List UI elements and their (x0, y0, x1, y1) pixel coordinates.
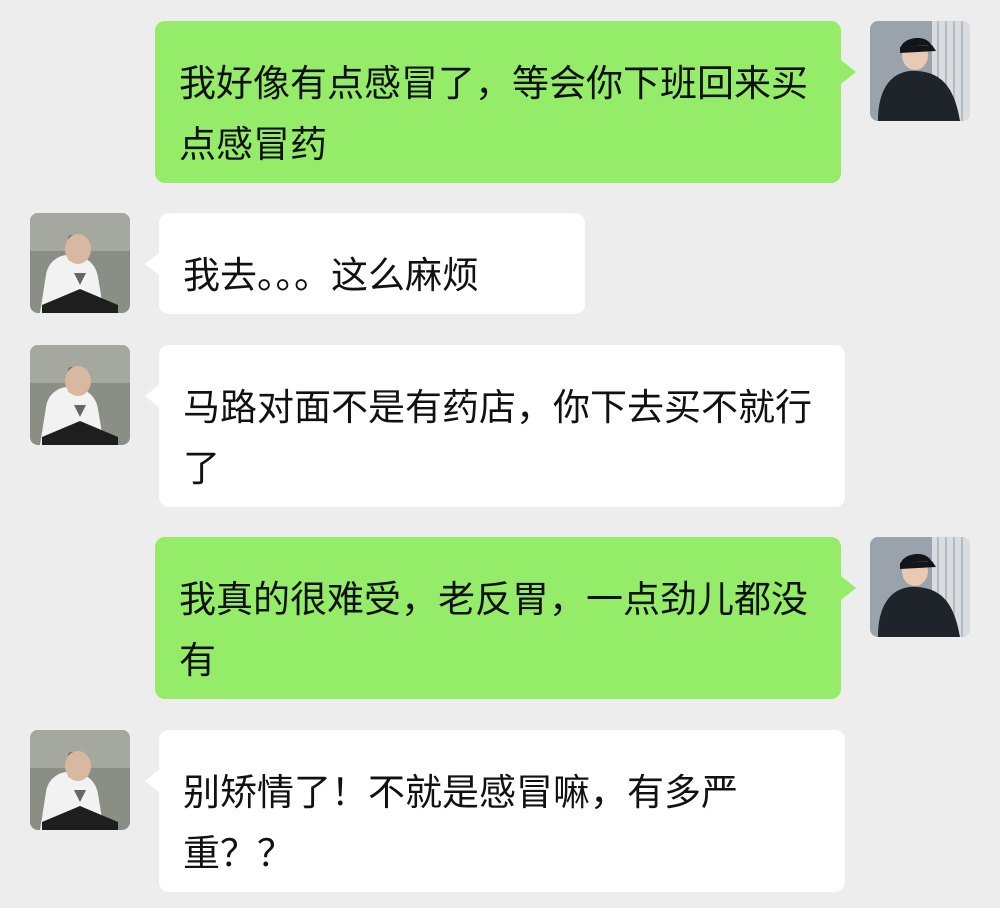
message-text: 我好像有点感冒了，等会你下班回来买点感冒药 (179, 62, 808, 166)
message-text: 我真的很难受，老反胃，一点劲儿都没有 (179, 578, 808, 682)
message-bubble[interactable]: 我好像有点感冒了，等会你下班回来买点感冒药 (155, 21, 841, 183)
bubble-tail (841, 60, 856, 84)
chat-history[interactable]: 我好像有点感冒了，等会你下班回来买点感冒药 我去。。。这么麻烦 马路对面不是有药… (0, 0, 1000, 908)
message-bubble[interactable]: 我去。。。这么麻烦 (159, 213, 585, 314)
message-bubble[interactable]: 马路对面不是有药店，你下去买不就行了 (159, 345, 845, 507)
contact-avatar-icon[interactable] (30, 345, 130, 445)
bubble-tail (145, 769, 160, 793)
message-bubble[interactable]: 别矫情了！不就是感冒嘛，有多严重？？ (159, 730, 845, 892)
chat-message-incoming: 我去。。。这么麻烦 (0, 200, 1000, 330)
message-text: 马路对面不是有药店，你下去买不就行了 (183, 386, 812, 490)
message-text: 我去。。。这么麻烦 (183, 254, 479, 297)
bubble-tail (145, 384, 160, 408)
chat-message-outgoing: 我真的很难受，老反胃，一点劲儿都没有 (0, 520, 1000, 710)
user-avatar-icon[interactable] (870, 537, 970, 637)
message-bubble[interactable]: 我真的很难受，老反胃，一点劲儿都没有 (155, 537, 841, 699)
bubble-tail (841, 576, 856, 600)
contact-avatar-icon[interactable] (30, 730, 130, 830)
chat-message-outgoing: 我好像有点感冒了，等会你下班回来买点感冒药 (0, 0, 1000, 200)
chat-message-incoming: 马路对面不是有药店，你下去买不就行了 (0, 330, 1000, 520)
chat-message-incoming: 别矫情了！不就是感冒嘛，有多严重？？ (0, 710, 1000, 908)
user-avatar-icon[interactable] (870, 21, 970, 121)
bubble-tail (145, 252, 160, 276)
message-text: 别矫情了！不就是感冒嘛，有多严重？？ (183, 771, 738, 875)
contact-avatar-icon[interactable] (30, 213, 130, 313)
